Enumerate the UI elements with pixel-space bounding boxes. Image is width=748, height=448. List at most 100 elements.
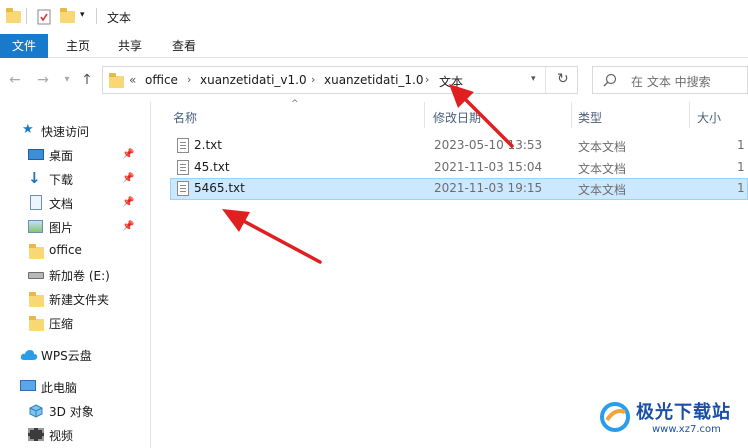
column-header-size[interactable]: 大小: [697, 109, 721, 126]
sidebar-item-office[interactable]: office: [0, 239, 148, 263]
text-file-icon: [177, 181, 189, 196]
video-icon: [28, 428, 44, 441]
sidebar-item-label: office: [49, 243, 82, 257]
sidebar-item-quick-access[interactable]: ★ 快速访问: [0, 119, 148, 143]
forward-arrow-icon[interactable]: →: [34, 71, 52, 89]
divider: [96, 8, 97, 24]
file-name: 2.txt: [194, 138, 222, 152]
column-header-date[interactable]: 修改日期: [433, 109, 481, 126]
tab-home[interactable]: 主页: [54, 34, 102, 58]
properties-icon[interactable]: [36, 9, 52, 25]
sidebar-item-label: 新建文件夹: [49, 293, 110, 307]
chevron-down-icon[interactable]: ▾: [531, 74, 536, 84]
file-size: 1: [737, 181, 745, 195]
sidebar-item-label: 新加卷 (E:): [49, 269, 110, 283]
sidebar-item-3d-objects[interactable]: 3D 对象: [0, 399, 148, 423]
chevron-right-icon[interactable]: ›: [425, 73, 429, 86]
pin-icon[interactable]: 📌: [122, 149, 134, 160]
document-icon: [30, 195, 42, 210]
sidebar-item-pictures[interactable]: 图片 📌: [0, 215, 148, 239]
picture-icon: [28, 220, 43, 233]
sidebar-item-desktop[interactable]: 桌面 📌: [0, 143, 148, 167]
file-name: 45.txt: [194, 160, 230, 174]
cloud-icon: [20, 349, 38, 364]
file-date: 2021-11-03 15:04: [434, 160, 543, 174]
sidebar-item-documents[interactable]: 文档 📌: [0, 191, 148, 215]
sidebar-item-label: 压缩: [49, 317, 74, 331]
file-size: 1: [737, 160, 745, 174]
back-arrow-icon[interactable]: ←: [6, 71, 24, 89]
column-divider[interactable]: [571, 102, 572, 128]
pin-icon[interactable]: 📌: [122, 173, 134, 184]
pin-icon[interactable]: 📌: [122, 197, 134, 208]
file-row[interactable]: 45.txt 2021-11-03 15:04 文本文档 1: [170, 157, 748, 179]
sidebar-item-wps-cloud[interactable]: WPS云盘: [0, 343, 148, 367]
ribbon: 文件 主页 共享 查看: [0, 34, 748, 58]
folder-icon: [29, 244, 44, 259]
sidebar-item-label: 视频: [49, 429, 74, 443]
file-date: 2021-11-03 19:15: [434, 181, 543, 195]
download-icon: ↓: [28, 169, 41, 187]
new-folder-icon[interactable]: [60, 8, 75, 23]
recent-locations-icon[interactable]: ▾: [58, 71, 76, 89]
sidebar-item-label: 快速访问: [41, 125, 90, 139]
divider: [545, 67, 546, 93]
search-input[interactable]: 在 文本 中搜索: [592, 66, 748, 94]
column-header-type[interactable]: 类型: [578, 109, 602, 126]
sidebar-item-label: 此电脑: [41, 381, 78, 395]
breadcrumb-office[interactable]: office: [145, 73, 178, 87]
divider: [26, 8, 27, 24]
title-bar: ▾ 文本: [0, 0, 748, 34]
sidebar-item-label: 文档: [49, 197, 74, 211]
file-type: 文本文档: [578, 183, 627, 197]
column-divider[interactable]: [424, 102, 425, 128]
sidebar-item-label: 3D 对象: [49, 405, 94, 419]
file-row[interactable]: 2.txt 2023-05-10 13:53 文本文档 1: [170, 135, 748, 157]
sidebar-item-drive-e[interactable]: 新加卷 (E:): [0, 263, 148, 287]
chevron-right-icon[interactable]: ›: [187, 73, 191, 86]
sidebar-item-new-folder[interactable]: 新建文件夹: [0, 287, 148, 311]
file-type: 文本文档: [578, 162, 627, 176]
sidebar-item-label: 桌面: [49, 149, 74, 163]
watermark-title: 极光下载站: [636, 402, 731, 423]
address-bar[interactable]: « office › xuanzetidati_v1.0 › xuanzetid…: [102, 66, 578, 94]
breadcrumb-current[interactable]: 文本: [439, 73, 463, 90]
watermark-logo: 极光下载站 www.xz7.com: [592, 394, 748, 444]
file-date: 2023-05-10 13:53: [434, 138, 543, 152]
tab-file[interactable]: 文件: [0, 34, 48, 58]
column-header-name[interactable]: 名称: [173, 109, 197, 126]
folder-icon: [29, 292, 44, 307]
pin-icon[interactable]: 📌: [122, 221, 134, 232]
breadcrumb-xuanzetidati-1[interactable]: xuanzetidati_1.0: [324, 73, 423, 87]
sidebar-item-videos[interactable]: 视频: [0, 423, 148, 447]
chevron-down-icon[interactable]: ▾: [80, 10, 85, 26]
search-icon: [603, 73, 617, 90]
search-placeholder: 在 文本 中搜索: [631, 75, 711, 89]
logo-icon: [598, 400, 632, 437]
navigation-pane: ★ 快速访问 桌面 📌 ↓ 下载 📌 文档 📌 图片 📌 office 新加卷 …: [0, 102, 150, 448]
folder-icon: [29, 316, 44, 331]
text-file-icon: [177, 138, 189, 153]
drive-icon: [28, 272, 44, 279]
folder-icon: [109, 73, 124, 88]
tab-view[interactable]: 查看: [160, 34, 208, 58]
column-divider[interactable]: [689, 102, 690, 128]
3d-objects-icon: [29, 404, 43, 421]
computer-icon: [20, 380, 36, 391]
sidebar-item-downloads[interactable]: ↓ 下载 📌: [0, 167, 148, 191]
breadcrumb-xuanzetidati-v1[interactable]: xuanzetidati_v1.0: [200, 73, 307, 87]
folder-icon: [6, 8, 21, 23]
file-row-selected[interactable]: 5465.txt 2021-11-03 19:15 文本文档 1: [170, 178, 748, 200]
sidebar-item-this-pc[interactable]: 此电脑: [0, 375, 148, 399]
chevron-right-icon[interactable]: ›: [311, 73, 315, 86]
sidebar-item-label: 图片: [49, 221, 74, 235]
breadcrumb-overflow[interactable]: «: [129, 73, 136, 87]
watermark-url: www.xz7.com: [652, 424, 721, 435]
text-file-icon: [177, 160, 189, 175]
sidebar-item-compressed[interactable]: 压缩: [0, 311, 148, 335]
tab-share[interactable]: 共享: [106, 34, 154, 58]
window-title: 文本: [107, 11, 132, 25]
refresh-icon[interactable]: ↻: [557, 71, 569, 87]
file-type: 文本文档: [578, 140, 627, 154]
up-arrow-icon[interactable]: ↑: [78, 71, 96, 89]
